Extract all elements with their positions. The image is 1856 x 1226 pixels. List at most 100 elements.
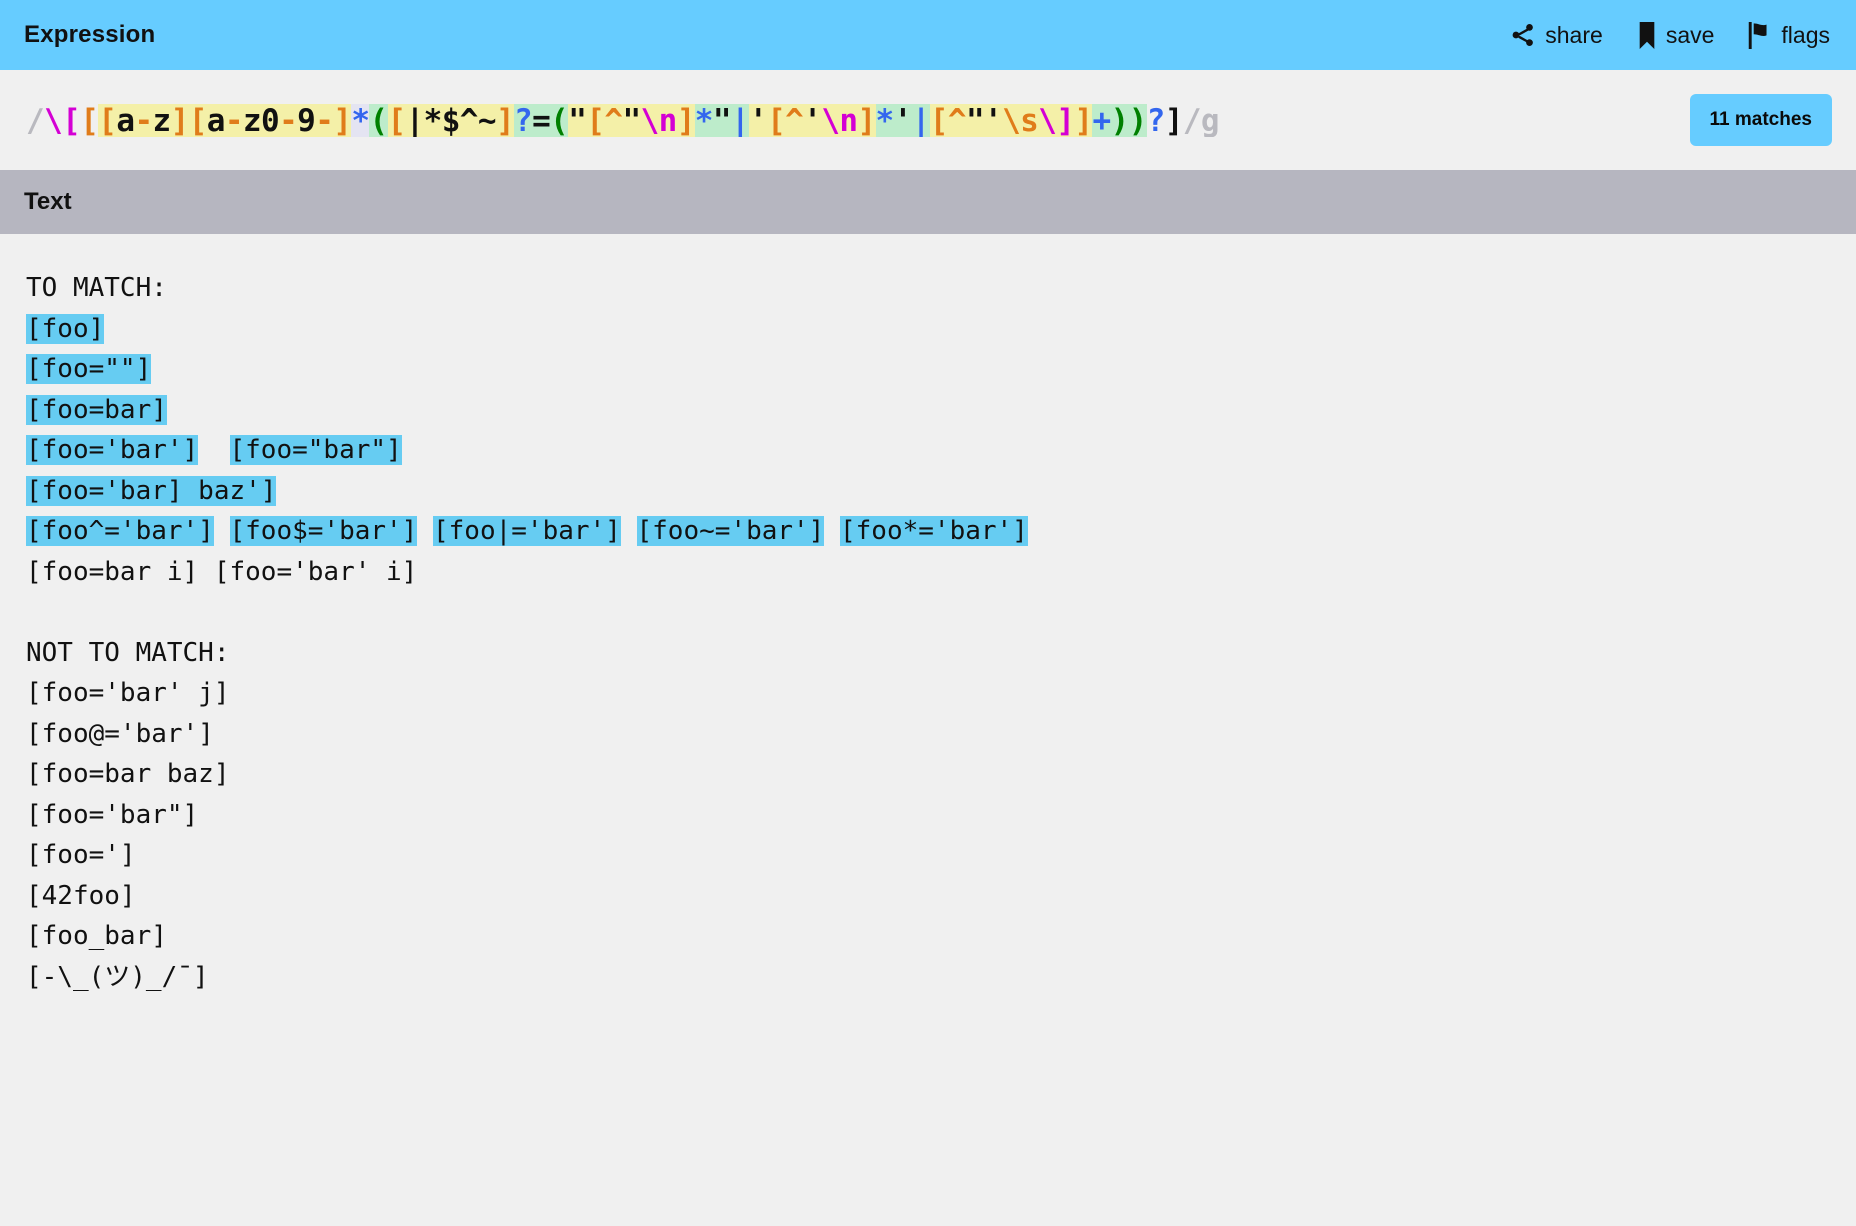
test-text-line: [foo=bar i] [foo='bar' i] (26, 552, 1830, 593)
test-text-line: [foo] (26, 309, 1830, 350)
regex-match-highlight[interactable]: [foo$='bar'] (229, 516, 418, 546)
text-section-title: Text (24, 188, 72, 215)
share-button[interactable]: share (1510, 22, 1603, 49)
test-text-line: [foo_bar] (26, 916, 1830, 957)
regex-token: [ (98, 103, 117, 137)
regex-token: ^ (785, 103, 804, 137)
regex-token: [ (586, 103, 605, 137)
regex-token: - (134, 103, 153, 137)
regex-token: ] (333, 103, 352, 137)
save-label: save (1665, 21, 1715, 48)
regex-token: ] (170, 103, 189, 137)
test-text-segment (214, 516, 230, 546)
test-text-segment: [foo='bar' j] (26, 678, 230, 708)
regex-token: * (875, 103, 894, 137)
regex-token: z (152, 103, 171, 137)
regex-token: ] (857, 103, 876, 137)
test-text-segment: [42foo] (26, 880, 136, 911)
regex-match-highlight[interactable]: [foo='bar] baz'] (26, 475, 277, 506)
regex-token: \[ (44, 103, 81, 137)
flags-button[interactable]: flags (1748, 21, 1830, 49)
share-icon (1510, 22, 1536, 48)
regex-token: \] (1038, 103, 1075, 137)
test-text-line: [foo='bar'] [foo="bar"] (26, 430, 1830, 471)
regex-token: ' (893, 103, 912, 137)
regex-token: \s (1002, 103, 1039, 137)
flag-icon (1748, 21, 1772, 49)
expression-row: /\[[[a-z][a-z0-9-]*([|*$^~]?=("[^"\n]*"|… (0, 70, 1856, 170)
regex-token: | (911, 103, 930, 137)
regex-expression-input[interactable]: /\[[[a-z][a-z0-9-]*([|*$^~]?=("[^"\n]*"|… (26, 103, 1672, 137)
regex-token: [ (80, 103, 99, 137)
test-text-segment: [-\_(ツ)_/¯] (26, 961, 209, 992)
regex-match-highlight[interactable]: [foo=""] (26, 354, 152, 384)
regex-token: z0 (242, 103, 280, 137)
bookmark-icon (1637, 21, 1657, 49)
test-text-segment: [foo@='bar'] (26, 718, 214, 749)
regex-token: ] (1164, 103, 1184, 137)
test-text-line: NOT TO MATCH: (26, 633, 1830, 674)
regex-token: " (712, 103, 732, 137)
regex-token: ^ (947, 103, 967, 137)
test-text-area[interactable]: TO MATCH: [foo] [foo=""] [foo=bar] [foo='bar… (26, 268, 1830, 997)
test-text-line: [foo=""] (26, 349, 1830, 390)
regex-token: - (279, 103, 298, 137)
test-text-segment: TO MATCH: (26, 273, 167, 303)
regex-token: a (116, 103, 135, 137)
regex-match-highlight[interactable]: [foo="bar"] (229, 435, 402, 465)
regex-token: | (730, 103, 750, 137)
test-text-line: [42foo] (26, 876, 1830, 917)
regex-token: - (224, 103, 244, 137)
regex-token: ' (749, 103, 768, 137)
regex-token: 9 (297, 103, 316, 137)
regex-match-highlight[interactable]: [foo] (26, 313, 105, 344)
test-text-segment: [foo='bar"] (26, 799, 199, 830)
share-label: share (1545, 21, 1603, 48)
header-actions: share save flags (1510, 21, 1830, 49)
regex-token: - (315, 103, 334, 137)
regex-token: "' (965, 103, 1003, 137)
regex-token: ) (1110, 103, 1129, 137)
regex-match-highlight[interactable]: [foo|='bar'] (433, 516, 621, 546)
regex-match-highlight[interactable]: [foo=bar] (26, 394, 167, 425)
test-text-segment: NOT TO MATCH: (26, 637, 230, 668)
regex-token: ( (369, 103, 388, 137)
regex-token: " (568, 103, 587, 137)
regex-match-highlight[interactable]: [foo*='bar'] (840, 516, 1028, 546)
regex-token: * (351, 103, 370, 137)
page-title: Expression (24, 21, 156, 48)
regex-match-highlight[interactable]: [foo~='bar'] (636, 516, 825, 546)
regex-token: [ (929, 103, 948, 137)
regex-token: ' (803, 103, 822, 137)
regex-token: * (694, 103, 713, 137)
regex-match-highlight[interactable]: [foo^='bar'] (26, 516, 214, 546)
test-text-segment: [foo='] (26, 840, 136, 870)
regex-token: ] (495, 103, 515, 137)
test-text-segment (621, 516, 637, 546)
test-text-segment (417, 516, 433, 546)
test-text-line: [foo='] (26, 835, 1830, 876)
regex-token: \n (640, 103, 677, 137)
test-text-line: [foo^='bar'] [foo$='bar'] [foo|='bar'] [… (26, 511, 1830, 552)
test-text-line (26, 592, 1830, 633)
regex-token: ? (514, 103, 533, 137)
test-text-segment: [foo=bar i] [foo='bar' i] (26, 556, 418, 587)
regex-token: / (26, 103, 45, 137)
text-section-body[interactable]: TO MATCH: [foo] [foo=""] [foo=bar] [foo='bar… (0, 234, 1856, 1226)
regex-token: [ (188, 103, 207, 137)
test-text-line: [-\_(ツ)_/¯] (26, 957, 1830, 998)
regex-token: ] (1074, 103, 1093, 137)
flags-label: flags (1781, 21, 1830, 48)
regex-token: [ (767, 103, 786, 137)
test-text-line: TO MATCH: (26, 268, 1830, 309)
match-count-badge[interactable]: 11 matches (1689, 94, 1832, 146)
regex-match-highlight[interactable]: [foo='bar'] (26, 435, 199, 465)
regex-token: " (622, 103, 641, 137)
regex-token: + (1092, 103, 1111, 137)
test-text-line: [foo='bar] baz'] (26, 471, 1830, 512)
regex-token: ) (1128, 103, 1147, 137)
regex-token: a (206, 103, 225, 137)
save-button[interactable]: save (1637, 21, 1715, 49)
test-text-line: [foo@='bar'] (26, 714, 1830, 755)
regex-token: ] (676, 103, 695, 137)
